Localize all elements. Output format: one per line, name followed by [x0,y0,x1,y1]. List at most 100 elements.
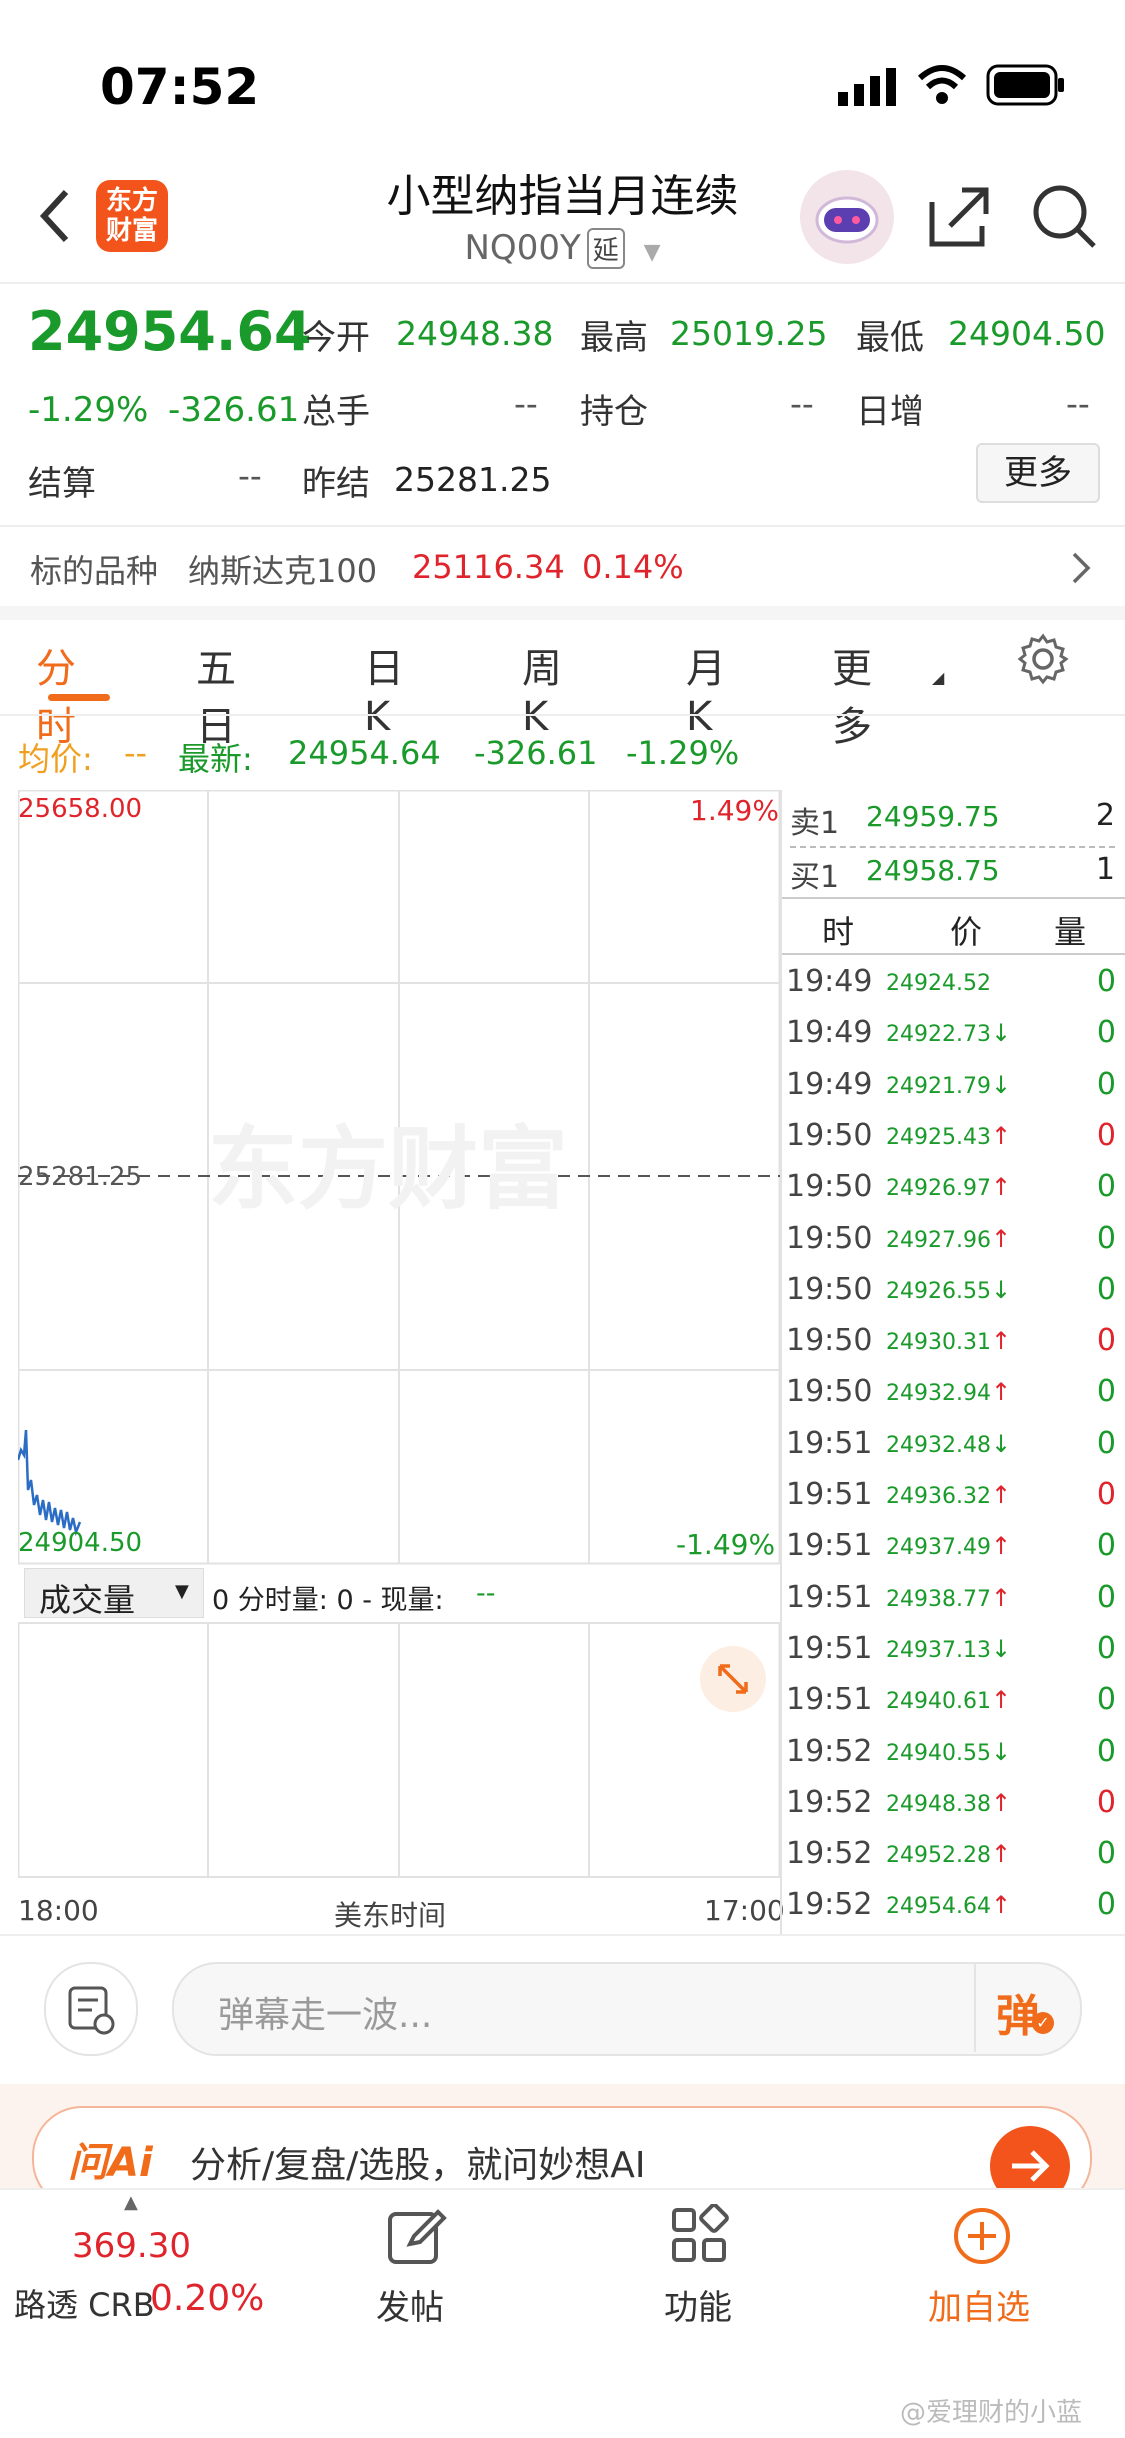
trade-row: 19:49 24924.52 0 [786,956,1116,1007]
trade-qty: 0 [1096,1887,1116,1923]
add-watchlist-label: 加自选 [928,2288,1030,2328]
change-pct: -1.29% [28,390,149,430]
ai-banner-text: 分析/复盘/选股，就问妙想AI [190,2145,646,2186]
arrow-down-icon: ↓ [990,1019,1012,1048]
latest-change: -326.61 [474,734,598,772]
trade-price-value: 24926.97 [886,1176,991,1202]
trade-qty: 0 [1096,1117,1116,1153]
trade-row: 19:49 24921.79↓ 0 [786,1059,1116,1110]
underlying-name: 纳斯达克100 [188,552,378,590]
crb-name[interactable]: 路透 CRB [14,2280,155,2326]
trade-price: 24926.97↑ [886,1173,1011,1201]
volume-selector[interactable]: 成交量 ▼ [24,1568,204,1619]
arrow-down-icon: ↓ [990,1429,1012,1458]
trade-price-value: 24948.38 [886,1791,991,1817]
trade-row: 19:49 24922.73↓ 0 [786,1007,1116,1058]
add-watchlist-button[interactable]: 加自选 [920,2200,1050,2340]
trade-price: 24927.96↑ [886,1225,1011,1253]
tab-active-indicator [48,694,110,701]
latest-label: 最新: [178,740,253,778]
share-icon[interactable] [924,182,994,256]
bid-qty: 1 [1095,852,1115,887]
high-value: 25019.25 [670,314,828,353]
divider [0,606,1125,620]
trade-row: 19:51 24932.48↓ 0 [786,1418,1116,1469]
tab-month-k[interactable]: 月K [686,636,726,740]
crb-pct[interactable]: 0.20% [150,2278,264,2319]
underlying-value: 25116.34 [412,548,565,586]
settings-gear-icon[interactable] [1016,632,1070,690]
danmaku-send-button[interactable]: 弹 ✓ [996,1978,1056,2042]
ai-logo: 问Ai [68,2140,153,2186]
chart-bottom-pct: -1.49% [676,1528,776,1561]
trade-time: 19:52 [786,1836,873,1872]
trade-price-value: 24932.48 [886,1432,991,1458]
trade-price: 24924.52 [886,968,991,996]
x-axis-end: 17:00 [704,1894,785,1927]
danmaku-input[interactable]: 弹幕走一波... [172,1962,1082,2056]
trade-time: 19:52 [786,1887,873,1923]
expand-icon[interactable] [700,1646,766,1712]
trade-price-value: 24940.55 [886,1740,991,1766]
volume-value: -- [514,384,538,423]
trade-time: 19:52 [786,1784,873,1820]
trade-row: 19:52 24940.55↓ 0 [786,1726,1116,1777]
arrow-up-icon: ↑ [990,1378,1012,1407]
check-badge-icon: ✓ [1032,2012,1054,2034]
trade-qty: 0 [1096,1425,1116,1461]
crb-value[interactable]: 369.30 [72,2226,191,2266]
weibo-watermark: @爱理财的小蓝 [900,2398,1083,2428]
intraday-chart[interactable]: 东方财富 [18,790,780,1890]
watermark: 东方财富 [208,1120,568,1220]
arrow-up-icon: ↑ [990,1327,1012,1356]
trade-price: 24922.73↓ [886,1019,1011,1047]
arrow-up-icon: ↑ [990,1840,1012,1869]
avg-value: -- [124,734,148,772]
trade-price: 24921.79↓ [886,1071,1011,1099]
low-label: 最低 [856,318,924,358]
tab-week-k[interactable]: 周K [522,636,562,740]
trade-price-value: 24940.61 [886,1689,991,1715]
trade-qty: 0 [1096,1066,1116,1102]
arrow-up-icon: ↑ [990,1481,1012,1509]
settle-value: -- [238,456,262,495]
trades-header-time: 时 [822,913,855,951]
post-label: 发帖 [376,2288,444,2328]
trade-time: 19:50 [786,1271,873,1307]
danmaku-send-label: 弹 [996,1991,1040,2042]
trade-price: 24948.38↑ [886,1789,1011,1817]
more-quote-button[interactable]: 更多 [976,443,1100,503]
divider [0,1934,1125,1936]
open-label: 今开 [302,318,370,358]
trade-time: 19:51 [786,1477,873,1512]
trade-qty: 0 [1096,1477,1116,1512]
post-button[interactable]: 发帖 [370,2200,490,2340]
edit-icon [384,2204,448,2272]
functions-button[interactable]: 功能 [656,2200,776,2340]
trade-price-value: 24936.32 [886,1484,991,1509]
trade-price-value: 24927.96 [886,1227,991,1253]
trade-price-value: 24938.77 [886,1586,991,1612]
arrow-up-icon: ↑ [990,1686,1012,1715]
underlying-row[interactable]: 标的品种 纳斯达克100 25116.34 0.14% [0,526,1125,606]
tab-more[interactable]: 更多 [832,636,872,752]
daily-inc-label: 日增 [856,392,924,432]
trade-time: 19:50 [786,1323,873,1359]
volume-info-value: -- [476,1578,496,1609]
volume-info: 0 分时量: 0 - 现量: [212,1585,444,1616]
danmaku-settings-button[interactable] [44,1962,138,2056]
tab-day-k[interactable]: 日K [364,636,404,740]
robot-avatar[interactable] [800,170,894,264]
signal-icon [838,66,900,110]
trade-qty: 0 [1096,1323,1116,1359]
trade-price: 24954.64↑ [886,1891,1011,1919]
trade-price-value: 24926.55 [886,1278,991,1304]
price-line [18,1429,82,1537]
avg-label: 均价: [18,740,93,778]
trade-time: 19:50 [786,1169,873,1205]
trade-qty: 0 [1096,1169,1116,1205]
trade-price-value: 24932.94 [886,1381,991,1407]
trade-time: 19:51 [786,1682,873,1718]
trade-time: 19:52 [786,1733,873,1769]
search-icon[interactable] [1028,180,1100,256]
